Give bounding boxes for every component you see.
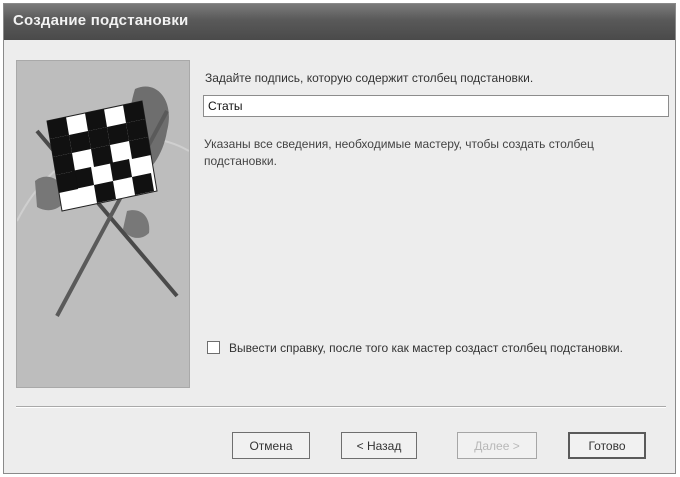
finish-button[interactable]: Готово — [568, 432, 646, 459]
wizard-side-image — [16, 60, 190, 388]
cancel-button[interactable]: Отмена — [232, 432, 310, 459]
help-checkbox-label[interactable]: Вывести справку, после того как мастер с… — [229, 339, 659, 357]
help-checkbox[interactable] — [207, 341, 220, 354]
info-text: Указаны все сведения, необходимые мастер… — [204, 137, 594, 168]
wizard-window: Создание подстановки Задайте подпись, ко… — [3, 3, 676, 474]
window-title: Создание подстановки — [13, 12, 189, 29]
caption-prompt: Задайте подпись, которую содержит столбе… — [205, 71, 534, 85]
caption-input[interactable] — [203, 95, 669, 117]
next-button: Далее > — [457, 432, 537, 459]
checkered-flag-icon — [17, 61, 189, 387]
wizard-body: Задайте подпись, которую содержит столбе… — [4, 40, 675, 473]
title-bar[interactable]: Создание подстановки — [4, 4, 675, 40]
back-button[interactable]: < Назад — [341, 432, 417, 459]
separator — [16, 406, 666, 408]
